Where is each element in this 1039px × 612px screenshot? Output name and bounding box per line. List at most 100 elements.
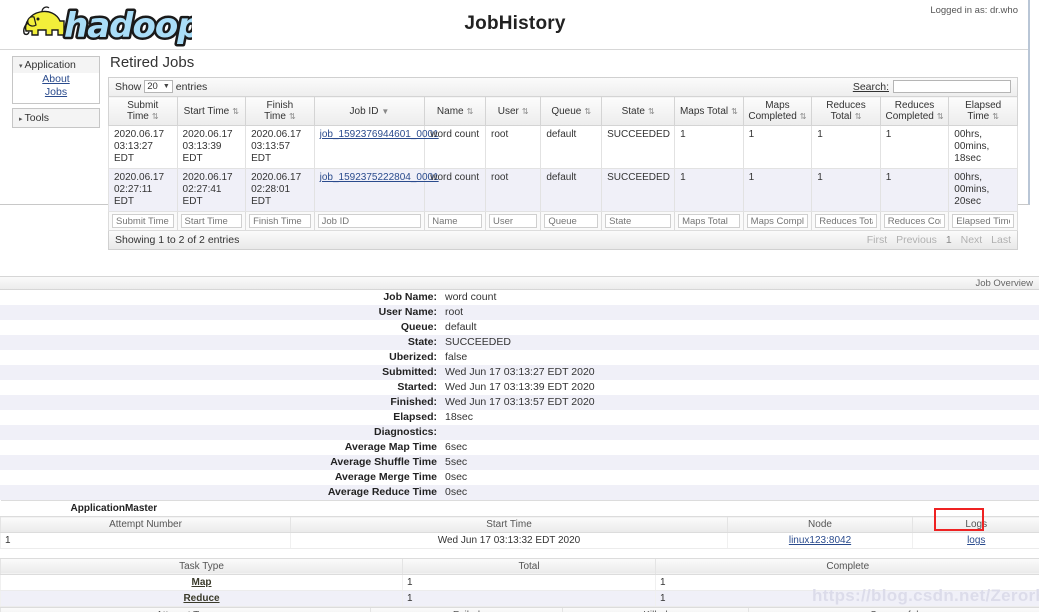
cell-queue: default <box>540 125 603 169</box>
col-state[interactable]: State ⇅ <box>601 96 676 126</box>
page-length-control[interactable]: Show 20 ▼ entries <box>115 80 207 93</box>
datatable-toolbar: Show 20 ▼ entries Search: <box>108 77 1018 96</box>
filter-reduces-completed[interactable] <box>883 214 946 228</box>
attempt-summary-table: Attempt Type Failed Killed Successful Ma… <box>0 606 1039 612</box>
pager-last[interactable]: Last <box>991 234 1011 246</box>
sidebar-item-tools[interactable]: ▸ Tools <box>13 109 99 127</box>
overview-value: 0sec <box>441 485 1039 500</box>
filter-maps-total[interactable] <box>678 214 740 228</box>
overview-row: State: SUCCEEDED <box>0 335 1039 350</box>
search-label: Search: <box>852 80 889 93</box>
filter-submit-time[interactable] <box>112 214 174 228</box>
col-maps-completed[interactable]: Maps Completed ⇅ <box>742 96 813 126</box>
overview-value: default <box>441 320 1039 335</box>
overview-row: Elapsed: 18sec <box>0 410 1039 425</box>
col-submit-time[interactable]: Submit Time ⇅ <box>108 96 178 126</box>
cell-job-id: job_1592375222804_0001 <box>313 168 439 212</box>
cell-queue: default <box>540 168 603 212</box>
sidebar-item-application[interactable]: ▾ Application <box>13 57 99 73</box>
cell-submit-time: 2020.06.17 03:13:27 EDT <box>108 125 178 169</box>
pager-next[interactable]: Next <box>961 234 983 246</box>
sidebar-application-links: About Jobs <box>13 73 99 103</box>
sort-icon: ⇅ <box>992 112 999 121</box>
col-reduces-total[interactable]: Reduces Total ⇅ <box>811 96 881 126</box>
filter-finish-time[interactable] <box>249 214 311 228</box>
cell-reduces-total: 1 <box>811 125 881 169</box>
col-label: User <box>497 105 519 117</box>
col-maps-total[interactable]: Maps Total ⇅ <box>674 96 744 126</box>
task-type-map-link[interactable]: Map <box>192 577 212 588</box>
table-row[interactable]: 2020.06.17 02:27:11 EDT 2020.06.17 02:27… <box>108 168 1018 212</box>
job-id-link[interactable]: job_1592376944601_0001 <box>320 129 439 140</box>
cell-reduces-completed: 1 <box>879 168 950 212</box>
filter-maps-completed[interactable] <box>746 214 809 228</box>
table-row[interactable]: 2020.06.17 03:13:27 EDT 2020.06.17 03:13… <box>108 125 1018 169</box>
logs-link[interactable]: logs <box>967 535 985 546</box>
col-start-time: Start Time <box>290 516 728 533</box>
retired-jobs-title: Retired Jobs <box>110 54 195 71</box>
pager-previous[interactable]: Previous <box>896 234 937 246</box>
cell-elapsed-time: 00hrs, 00mins, 20sec <box>948 168 1018 212</box>
overview-row: Average Shuffle Time 5sec <box>0 455 1039 470</box>
overview-value: 18sec <box>441 410 1039 425</box>
col-name[interactable]: Name ⇅ <box>424 96 487 126</box>
filter-name[interactable] <box>428 214 483 228</box>
pager-first[interactable]: First <box>867 234 887 246</box>
sort-icon: ⇅ <box>936 112 944 121</box>
col-reduces-completed[interactable]: Reduces Completed ⇅ <box>879 96 950 126</box>
overview-value: root <box>441 305 1039 320</box>
caret-right-icon: ▸ <box>19 116 23 123</box>
sidebar-group-tools[interactable]: ▸ Tools <box>12 108 100 128</box>
overview-key: Submitted: <box>0 365 441 380</box>
col-start-time[interactable]: Start Time ⇅ <box>176 96 247 126</box>
filter-elapsed-time[interactable] <box>952 214 1014 228</box>
filter-reduces-total[interactable] <box>815 214 877 228</box>
sort-icon: ⇅ <box>232 106 239 116</box>
cell-node: linux123:8042 <box>727 532 913 549</box>
col-queue[interactable]: Queue ⇅ <box>540 96 603 126</box>
col-user[interactable]: User ⇅ <box>485 96 542 126</box>
overview-row: Started: Wed Jun 17 03:13:39 EDT 2020 <box>0 380 1039 395</box>
filter-job-id[interactable] <box>317 214 422 228</box>
filter-queue[interactable] <box>544 214 599 228</box>
col-elapsed-time[interactable]: Elapsed Time ⇅ <box>948 96 1018 126</box>
col-label: Start Time <box>183 105 230 117</box>
col-label: Queue <box>551 105 582 117</box>
cell-maps-total: 1 <box>674 168 744 212</box>
filter-user[interactable] <box>489 214 538 228</box>
sidebar-application-label: Application <box>24 59 76 71</box>
table-header-row: Submit Time ⇅ Start Time ⇅ Finish Time ⇅ Jo… <box>108 96 1018 126</box>
overview-value: 6sec <box>441 440 1039 455</box>
job-overview-section-bar: Job Overview <box>0 276 1039 290</box>
entries-label: entries <box>175 80 208 93</box>
overview-row: Finished: Wed Jun 17 03:13:57 EDT 2020 <box>0 395 1039 410</box>
col-finish-time[interactable]: Finish Time ⇅ <box>245 96 315 126</box>
sidebar-item-about[interactable]: About <box>13 73 99 86</box>
cell-maps-total: 1 <box>674 125 744 169</box>
pager-page-1[interactable]: 1 <box>946 234 952 246</box>
cell-submit-time: 2020.06.17 02:27:11 EDT <box>108 168 178 212</box>
cell-maps-completed: 1 <box>742 168 813 212</box>
login-status: Logged in as: dr.who <box>930 5 1018 16</box>
task-summary-table: Task Type Total Complete Map 1 1 Reduce … <box>0 557 1039 607</box>
sort-icon: ⇅ <box>521 106 529 116</box>
cell-start-time: 2020.06.17 03:13:39 EDT <box>176 125 247 169</box>
col-successful: Successful <box>748 606 1039 612</box>
overview-row: Average Merge Time 0sec <box>0 470 1039 485</box>
filter-state[interactable] <box>605 214 672 228</box>
sidebar-item-jobs[interactable]: Jobs <box>13 86 99 99</box>
job-id-link[interactable]: job_1592375222804_0001 <box>320 172 439 183</box>
cell-total: 1 <box>402 574 656 591</box>
overview-row: Job Name: word count <box>0 290 1039 305</box>
job-overview-table: Job Name: word count User Name: root Queue… <box>0 290 1039 500</box>
search-input[interactable] <box>893 80 1011 93</box>
node-link[interactable]: linux123:8042 <box>789 535 851 546</box>
page-size-select[interactable]: 20 ▼ <box>144 80 173 93</box>
task-type-reduce-link[interactable]: Reduce <box>183 593 219 604</box>
filter-start-time[interactable] <box>180 214 243 228</box>
cell-total: 1 <box>402 590 656 607</box>
table-row: Reduce 1 1 <box>0 590 1039 607</box>
col-job-id[interactable]: Job ID ▼ <box>313 96 426 126</box>
col-label: Maps Total <box>679 105 729 117</box>
retired-jobs-panel: Retired Jobs Show 20 ▼ entries Search: S… <box>108 54 1018 250</box>
